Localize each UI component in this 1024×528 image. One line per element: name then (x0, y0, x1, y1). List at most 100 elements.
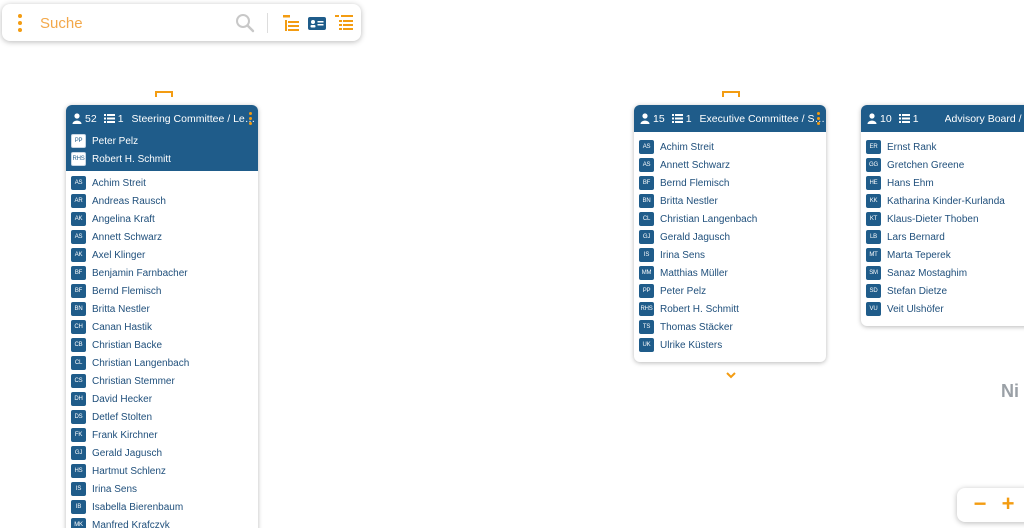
avatar: CH (71, 320, 86, 334)
org-card-advisory-board[interactable]: 10 1 Advisory Board / Be ER Ernst Rank GG… (861, 105, 1024, 326)
list-item[interactable]: AS Achim Streit (66, 174, 258, 192)
avatar: PP (639, 284, 654, 298)
list-view-icon[interactable] (334, 13, 354, 33)
list-item[interactable]: BN Britta Nestler (634, 192, 826, 210)
list-item[interactable]: GJ Gerald Jagusch (66, 444, 258, 462)
zoom-out-button[interactable]: − (970, 493, 990, 516)
list-item[interactable]: AS Annett Schwarz (634, 156, 826, 174)
avatar: AR (71, 194, 86, 208)
list-item[interactable]: BF Bernd Flemisch (66, 282, 258, 300)
list-item[interactable]: HE Hans Ehm (861, 174, 1024, 192)
avatar: CS (71, 374, 86, 388)
avatar: AK (71, 248, 86, 262)
list-item[interactable]: UK Ulrike Küsters (634, 336, 826, 354)
list-item[interactable]: BF Benjamin Farnbacher (66, 264, 258, 282)
member-name: Veit Ulshöfer (887, 303, 944, 315)
list-item[interactable]: MM Matthias Müller (634, 264, 826, 282)
list-item[interactable]: AK Angelina Kraft (66, 210, 258, 228)
list-item[interactable]: SD Stefan Dietze (861, 282, 1024, 300)
member-name: Annett Schwarz (660, 159, 731, 171)
list-item[interactable]: PP Peter Pelz (634, 282, 826, 300)
member-name: Gerald Jagusch (660, 231, 731, 243)
search-bar (2, 4, 361, 41)
avatar: PP (71, 134, 86, 148)
tree-view-icon[interactable] (281, 13, 301, 33)
zoom-control: − + (957, 488, 1024, 522)
list-item[interactable]: GJ Gerald Jagusch (634, 228, 826, 246)
chevron-down-icon[interactable] (725, 371, 737, 379)
list-item[interactable]: MT Marta Teperek (861, 246, 1024, 264)
card-menu-icon[interactable] (817, 112, 821, 125)
member-list: AS Achim Streit AS Annett Schwarz BF Bernd … (634, 132, 826, 354)
list-item[interactable]: KK Katharina Kinder-Kurlanda (861, 192, 1024, 210)
card-header: 15 1 Executive Committee / St... (634, 105, 826, 132)
member-name: Katharina Kinder-Kurlanda (887, 195, 1005, 207)
list-item[interactable]: CH Canan Hastik (66, 318, 258, 336)
card-menu-icon[interactable] (249, 112, 253, 125)
lead-item[interactable]: RHS Robert H. Schmitt (66, 150, 258, 168)
avatar: AS (71, 230, 86, 244)
list-item[interactable]: CL Christian Langenbach (66, 354, 258, 372)
member-name: Christian Langenbach (660, 213, 758, 225)
avatar: MT (866, 248, 881, 262)
list-item[interactable]: CB Christian Backe (66, 336, 258, 354)
list-item[interactable]: SM Sanaz Mostaghim (861, 264, 1024, 282)
avatar: MK (71, 518, 86, 528)
list-item[interactable]: BF Bernd Flemisch (634, 174, 826, 192)
avatar: SM (866, 266, 881, 280)
member-name: Marta Teperek (887, 249, 951, 261)
list-item[interactable]: ER Ernst Rank (861, 138, 1024, 156)
list-item[interactable]: VU Veit Ulshöfer (861, 300, 1024, 318)
list-item[interactable]: FK Frank Kirchner (66, 426, 258, 444)
list-item[interactable]: CL Christian Langenbach (634, 210, 826, 228)
org-card-executive-committee[interactable]: 15 1 Executive Committee / St... AS Achim… (634, 105, 826, 362)
list-item[interactable]: AK Axel Klinger (66, 246, 258, 264)
list-count: 1 (912, 112, 919, 125)
list-item[interactable]: MK Manfred Krafczyk (66, 516, 258, 528)
list-item[interactable]: DS Detlef Stolten (66, 408, 258, 426)
member-name: Hartmut Schlenz (92, 465, 166, 477)
avatar: GJ (71, 446, 86, 460)
list-icon (898, 114, 910, 123)
member-name: Peter Pelz (660, 285, 707, 297)
list-item[interactable]: KT Klaus-Dieter Thoben (861, 210, 1024, 228)
member-name: Christian Backe (92, 339, 163, 351)
avatar: IB (71, 500, 86, 514)
member-name: Gerald Jagusch (92, 447, 163, 459)
member-name: Irina Sens (660, 249, 706, 261)
list-item[interactable]: IB Isabella Bierenbaum (66, 498, 258, 516)
avatar: CB (71, 338, 86, 352)
avatar: CL (71, 356, 86, 370)
list-item[interactable]: LB Lars Bernard (861, 228, 1024, 246)
lead-item[interactable]: PP Peter Pelz (66, 132, 258, 150)
member-name: Ernst Rank (887, 141, 937, 153)
search-icon[interactable] (235, 13, 255, 33)
member-name: Andreas Rausch (92, 195, 166, 207)
member-name: Christian Langenbach (92, 357, 190, 369)
list-item[interactable]: TS Thomas Stäcker (634, 318, 826, 336)
list-item[interactable]: CS Christian Stemmer (66, 372, 258, 390)
list-item[interactable]: AR Andreas Rausch (66, 192, 258, 210)
list-item[interactable]: GG Gretchen Greene (861, 156, 1024, 174)
member-name: Britta Nestler (92, 303, 150, 315)
avatar: GJ (639, 230, 654, 244)
list-item[interactable]: BN Britta Nestler (66, 300, 258, 318)
zoom-in-button[interactable]: + (998, 493, 1018, 516)
person-icon (867, 113, 877, 124)
avatar: HS (71, 464, 86, 478)
member-count: 15 (653, 112, 665, 125)
list-item[interactable]: RHS Robert H. Schmitt (634, 300, 826, 318)
list-item[interactable]: IS Irina Sens (66, 480, 258, 498)
list-item[interactable]: DH David Hecker (66, 390, 258, 408)
list-item[interactable]: AS Achim Streit (634, 138, 826, 156)
kebab-menu-icon[interactable] (14, 14, 26, 32)
lead-name: Robert H. Schmitt (92, 153, 171, 165)
list-item[interactable]: HS Hartmut Schlenz (66, 462, 258, 480)
list-item[interactable]: AS Annett Schwarz (66, 228, 258, 246)
card-view-icon[interactable] (307, 13, 327, 33)
search-input[interactable] (40, 12, 220, 34)
list-item[interactable]: IS Irina Sens (634, 246, 826, 264)
org-card-steering-committee[interactable]: 52 1 Steering Committee / Len... PP Peter… (66, 105, 258, 528)
member-name: Benjamin Farnbacher (92, 267, 188, 279)
member-name: Annett Schwarz (92, 231, 163, 243)
